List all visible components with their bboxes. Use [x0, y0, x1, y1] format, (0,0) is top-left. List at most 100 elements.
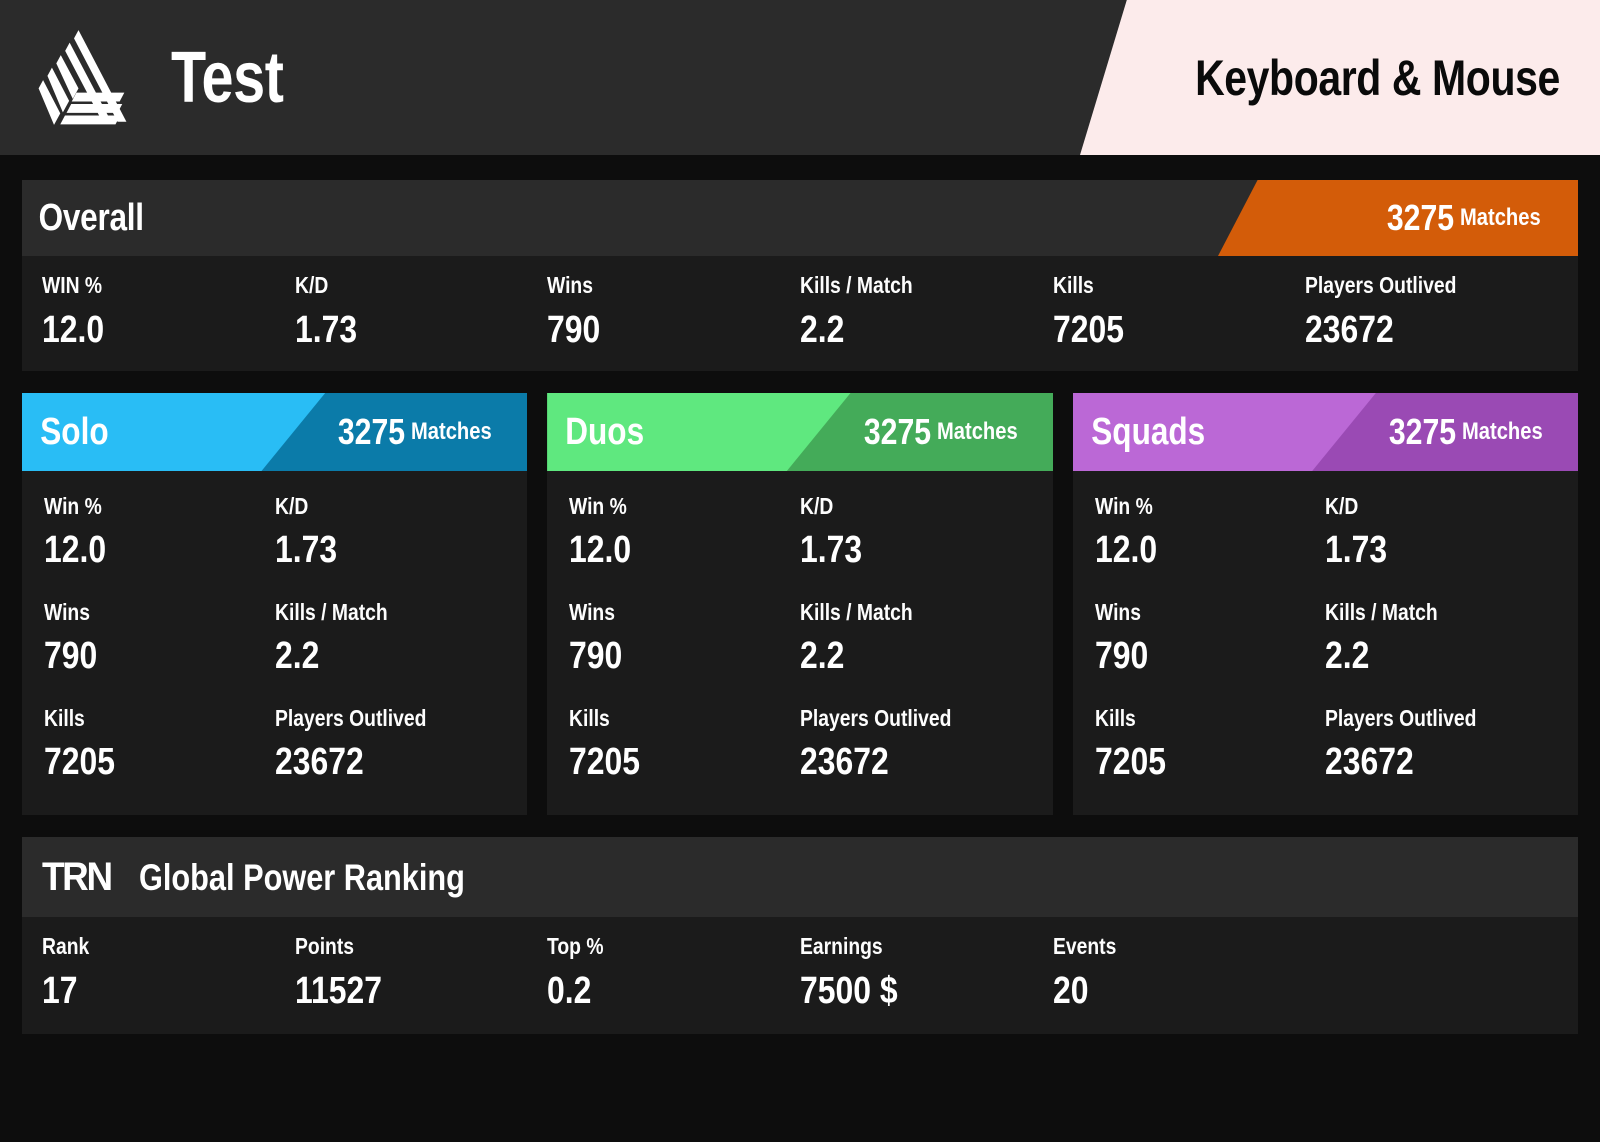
- stat-kd: K/D 1.73: [274, 495, 506, 571]
- stat-win-percent: WIN % 12.0: [42, 272, 295, 350]
- stat-kills-per-match: Kills / Match 2.2: [1325, 601, 1556, 677]
- mode-title: Duos: [565, 411, 645, 453]
- stat-kills: Kills 7205: [569, 707, 800, 782]
- stat-label: Kills: [1052, 272, 1094, 298]
- stat-label: Win %: [44, 493, 102, 519]
- stat-value: 23672: [799, 741, 889, 783]
- stat-kd: K/D 1.73: [294, 274, 548, 351]
- mode-title: Solo: [40, 411, 109, 453]
- stat-spacer: [1305, 935, 1558, 1010]
- stat-value: 1.73: [799, 529, 863, 571]
- stat-value: 20: [1052, 970, 1089, 1012]
- stat-value: 2.2: [800, 309, 845, 351]
- stat-wins: Wins 790: [547, 274, 800, 351]
- stat-label: Kills / Match: [800, 272, 913, 298]
- stat-value: 790: [547, 309, 601, 351]
- stat-players-outlived: Players Outlived 23672: [1305, 272, 1558, 351]
- stat-value: 2.2: [1325, 635, 1370, 677]
- overall-matches-value: 3275: [1386, 197, 1454, 238]
- fortnite-tracker-triangle-logo-icon: [38, 29, 127, 125]
- stat-value: 1.73: [294, 309, 357, 351]
- stat-kills: Kills 7205: [1052, 272, 1306, 351]
- stat-label: Players Outlived: [799, 705, 952, 731]
- mode-matches-value: 3275: [338, 411, 406, 452]
- global-power-ranking-title: Global Power Ranking: [138, 856, 465, 898]
- stat-kills-per-match: Kills / Match 2.2: [800, 272, 1053, 351]
- stat-label: Kills / Match: [799, 599, 913, 625]
- stat-rank: Rank 17: [42, 935, 295, 1012]
- page-header: Test Keyboard & Mouse: [0, 0, 1600, 155]
- stat-kd: K/D 1.73: [1325, 493, 1556, 571]
- mode-stats-grid-solo: Win % 12.0 K/D 1.73 Wins 790 Kills / Mat…: [22, 471, 527, 815]
- stat-value: 23672: [1305, 309, 1395, 351]
- stat-label: K/D: [799, 493, 834, 519]
- stat-label: Wins: [1094, 599, 1141, 625]
- stat-earnings: Earnings 7500 $: [800, 933, 1053, 1012]
- stat-value: 0.2: [547, 970, 592, 1012]
- stat-label: Earnings: [800, 933, 883, 959]
- player-name: Test: [171, 37, 284, 118]
- mode-matches-label: Matches: [1461, 418, 1543, 445]
- mode-card-header-solo: Solo 3275 Matches: [22, 393, 528, 471]
- stat-value: 790: [44, 635, 98, 677]
- stat-value: 7205: [1052, 309, 1124, 351]
- stat-value: 1.73: [1325, 529, 1388, 571]
- overall-stats-grid: WIN % 12.0 K/D 1.73 Wins 790 Kills / Mat…: [22, 256, 1578, 371]
- stat-win-percent: Win % 12.0: [569, 493, 800, 571]
- stat-value: 12.0: [1094, 529, 1157, 571]
- stat-events: Events 20: [1052, 933, 1306, 1012]
- stat-value: 2.2: [799, 635, 845, 677]
- stat-label: Points: [294, 933, 354, 959]
- stat-label: Players Outlived: [274, 705, 427, 731]
- mode-matches-chip: 3275 Matches: [224, 393, 527, 471]
- mode-matches-value: 3275: [1388, 411, 1456, 452]
- stat-value: 1.73: [274, 529, 337, 571]
- stat-label: Wins: [569, 599, 616, 625]
- stat-label: Wins: [44, 599, 90, 625]
- mode-title: Squads: [1090, 411, 1205, 453]
- stat-top-percent: Top % 0.2: [547, 935, 800, 1012]
- global-power-ranking-card: TRN Global Power Ranking Rank 17 Points …: [22, 837, 1578, 1034]
- overall-card-header: Overall 3275 Matches: [22, 180, 1578, 256]
- stat-label: Players Outlived: [1305, 272, 1457, 298]
- stat-players-outlived: Players Outlived 23672: [1325, 705, 1556, 782]
- stat-value: 2.2: [274, 635, 320, 677]
- stat-value: 12.0: [44, 529, 107, 571]
- stat-label: WIN %: [42, 272, 103, 298]
- stat-win-percent: Win % 12.0: [44, 493, 275, 571]
- page-content: Overall 3275 Matches WIN % 12.0 K/D 1.73…: [0, 155, 1600, 1034]
- header-identity: Test: [0, 28, 312, 128]
- stat-value: 12.0: [569, 529, 632, 571]
- stat-kills: Kills 7205: [1095, 707, 1326, 782]
- mode-matches-chip: 3275 Matches: [749, 393, 1052, 471]
- stat-label: Events: [1052, 933, 1117, 959]
- mode-card-solo: Solo 3275 Matches Win % 12.0 K/D 1.73 Wi…: [22, 393, 528, 815]
- stat-value: 23672: [274, 741, 364, 783]
- stat-value: 7205: [44, 741, 116, 783]
- mode-card-duos: Duos 3275 Matches Win % 12.0 K/D 1.73 Wi…: [547, 393, 1053, 815]
- platform-banner: Keyboard & Mouse: [1080, 0, 1600, 155]
- mode-matches-chip: 3275 Matches: [1275, 393, 1578, 471]
- mode-card-header-squads: Squads 3275 Matches: [1072, 393, 1578, 471]
- stat-points: Points 11527: [294, 933, 548, 1011]
- mode-matches-label: Matches: [411, 418, 492, 445]
- stat-label: Win %: [569, 493, 628, 519]
- stat-kills: Kills 7205: [44, 707, 275, 783]
- stat-win-percent: Win % 12.0: [1094, 495, 1326, 571]
- overall-matches-label: Matches: [1459, 204, 1541, 231]
- mode-matches-label: Matches: [936, 418, 1018, 445]
- stat-wins: Wins 790: [44, 599, 275, 677]
- global-power-ranking-stats-grid: Rank 17 Points 11527 Top % 0.2 Earnings …: [22, 917, 1578, 1034]
- stat-label: Players Outlived: [1325, 705, 1477, 731]
- stat-value: 7500 $: [800, 970, 898, 1012]
- global-power-ranking-header: TRN Global Power Ranking: [22, 837, 1578, 917]
- stat-label: K/D: [1325, 493, 1359, 519]
- stat-kills-per-match: Kills / Match 2.2: [274, 601, 506, 677]
- platform-label: Keyboard & Mouse: [1195, 49, 1560, 106]
- stat-players-outlived: Players Outlived 23672: [799, 705, 1031, 783]
- stat-value: 790: [1094, 635, 1148, 677]
- stat-players-outlived: Players Outlived 23672: [274, 705, 506, 783]
- stat-value: 17: [42, 970, 78, 1012]
- mode-card-squads: Squads 3275 Matches Win % 12.0 K/D 1.73 …: [1072, 393, 1578, 815]
- mode-matches-value: 3275: [863, 411, 931, 452]
